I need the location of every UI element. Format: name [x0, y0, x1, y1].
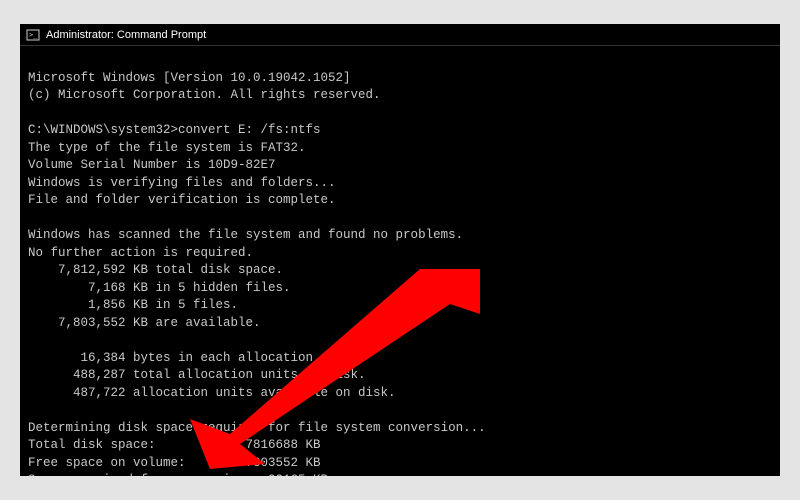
output-line: File and folder verification is complete… [28, 193, 336, 207]
output-line: 1,856 KB in 5 files. [28, 298, 238, 312]
output-line: 487,722 allocation units available on di… [28, 386, 396, 400]
output-line: 7,168 KB in 5 hidden files. [28, 281, 291, 295]
output-line: Volume Serial Number is 10D9-82E7 [28, 158, 276, 172]
terminal-output[interactable]: Microsoft Windows [Version 10.0.19042.10… [20, 46, 780, 476]
output-line: Total disk space: 7816688 KB [28, 438, 321, 452]
output-line: C:\WINDOWS\system32>convert E: /fs:ntfs [28, 123, 321, 137]
output-line: Space required for conversion: 22165 KB [28, 473, 328, 476]
output-line: Windows is verifying files and folders..… [28, 176, 336, 190]
command-prompt-window: >_ Administrator: Command Prompt Microso… [20, 24, 780, 476]
output-line: The type of the file system is FAT32. [28, 141, 306, 155]
output-line: Microsoft Windows [Version 10.0.19042.10… [28, 71, 351, 85]
window-title: Administrator: Command Prompt [46, 29, 206, 41]
output-line: (c) Microsoft Corporation. All rights re… [28, 88, 381, 102]
output-line: 7,812,592 KB total disk space. [28, 263, 283, 277]
cmd-icon: >_ [26, 28, 40, 42]
output-line: 16,384 bytes in each allocation unit. [28, 351, 358, 365]
svg-text:>_: >_ [29, 31, 38, 39]
output-line: 7,803,552 KB are available. [28, 316, 261, 330]
output-line: No further action is required. [28, 246, 253, 260]
output-line: Free space on volume: 7803552 KB [28, 456, 321, 470]
output-line: 488,287 total allocation units on disk. [28, 368, 366, 382]
output-line: Determining disk space required for file… [28, 421, 486, 435]
output-line: Windows has scanned the file system and … [28, 228, 463, 242]
window-titlebar[interactable]: >_ Administrator: Command Prompt [20, 24, 780, 46]
